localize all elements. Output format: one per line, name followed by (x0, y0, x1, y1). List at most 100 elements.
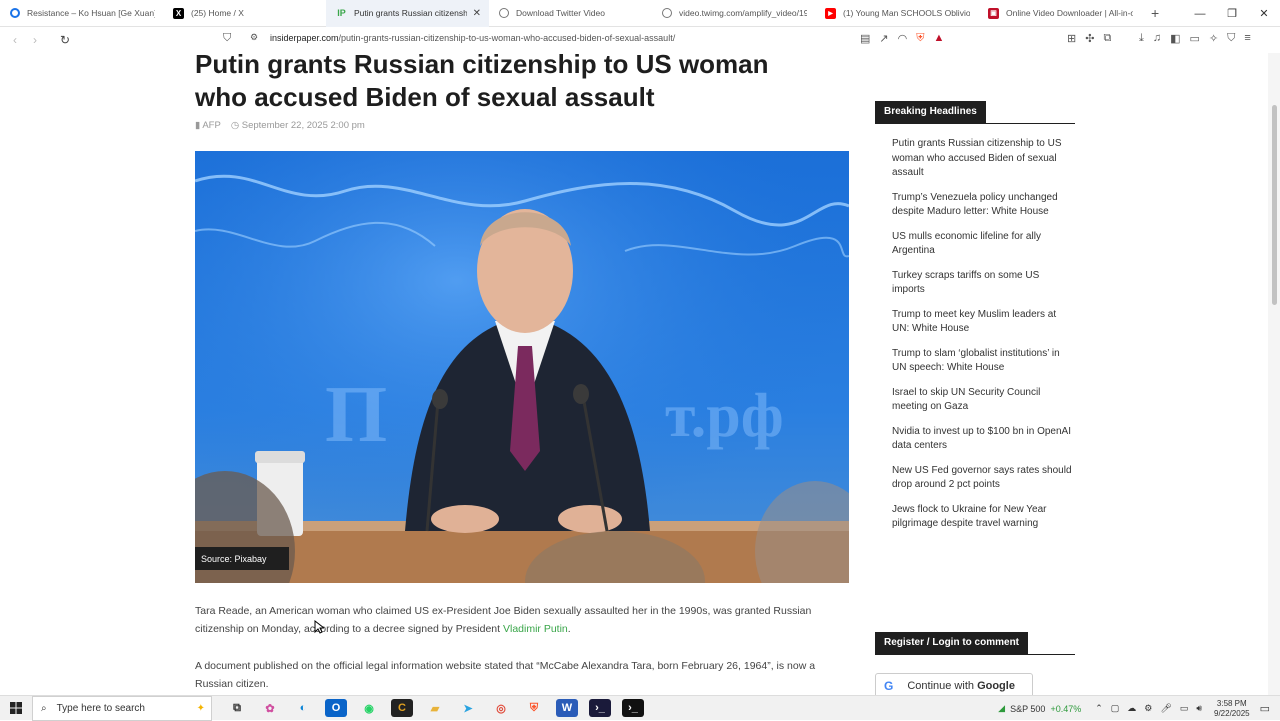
headline-item[interactable]: Israel to skip UN Security Council meeti… (892, 386, 1074, 415)
publish-date: ◷ September 22, 2025 2:00 pm (231, 120, 365, 131)
x-logo-icon: X (173, 7, 184, 19)
whatsapp-icon[interactable]: ◉ (358, 699, 380, 717)
close-window-icon[interactable]: ✕ (1248, 0, 1280, 27)
share-icon[interactable]: ↗ (879, 32, 888, 45)
search-icon: ⌕ (41, 702, 47, 714)
page-scrollbar[interactable] (1268, 53, 1280, 695)
wallet-icon[interactable]: ▭ (1190, 32, 1200, 45)
headline-item[interactable]: Trump’s Venezuela policy unchanged despi… (892, 191, 1074, 220)
tab-title: (1) Young Man SCHOOLS Oblivious (843, 8, 970, 18)
image-caption: Source: Pixabay (195, 547, 289, 570)
continue-with-google-button[interactable]: G Continue with Google (875, 673, 1033, 695)
microphone-icon[interactable]: 🎤︎ (1160, 703, 1171, 714)
restore-icon[interactable]: ❐ (1216, 0, 1248, 27)
tab-twimg[interactable]: video.twimg.com/amplify_video/197 (652, 0, 815, 27)
brave-icon[interactable]: ⛨ (523, 699, 545, 717)
toolbar-right: ⤓ ♫ ◧ ▭ ✧ ⛉ ≡ (1139, 32, 1251, 45)
terminal-icon[interactable]: ›_ (589, 699, 611, 717)
sidebar-icon[interactable]: ◧ (1170, 32, 1180, 45)
url-field[interactable]: insiderpaper.com/putin-grants-russian-ci… (270, 33, 675, 43)
app-c-icon[interactable]: C (391, 699, 413, 717)
vladimir-putin-link[interactable]: Vladimir Putin (503, 623, 568, 635)
vpn-icon[interactable]: ⛉ (1227, 32, 1235, 45)
tray-cloud-icon[interactable]: ☁ (1127, 703, 1136, 714)
new-tab-icon[interactable]: + (1151, 5, 1159, 21)
notifications-icon[interactable]: ▭ (1260, 702, 1270, 715)
brave-shield-icon[interactable]: ⛨ (916, 32, 924, 45)
google-brand-text: Google (977, 680, 1015, 692)
tab-youtube[interactable]: ▶ (1) Young Man SCHOOLS Oblivious (815, 0, 978, 27)
headline-item[interactable]: Turkey scraps tariffs on some US imports (892, 269, 1074, 298)
rss-icon[interactable]: ◠ (898, 32, 908, 45)
article-meta: ▮ AFP ◷ September 22, 2025 2:00 pm (195, 120, 365, 131)
windows-start-button[interactable] (0, 696, 32, 721)
minimize-icon[interactable]: — (1184, 0, 1216, 27)
reader-mode-icon[interactable]: ▤ (860, 32, 870, 45)
chrome-icon[interactable]: ◎ (490, 699, 512, 717)
word-icon[interactable]: W (556, 699, 578, 717)
youtube-icon: ▶ (825, 7, 836, 19)
globe-icon (499, 8, 509, 18)
tab-resistance[interactable]: Resistance – Ko Hsuan [Ge Xuan] – D (0, 0, 163, 27)
headline-item[interactable]: Nvidia to invest up to $100 bn in OpenAI… (892, 425, 1074, 454)
bookmark-icon[interactable]: ⛉ (223, 32, 231, 45)
headline-item[interactable]: Jews flock to Ukraine for New Year pilgr… (892, 503, 1074, 532)
tab-video-downloader[interactable]: ▣ Online Video Downloader | All-in-on (978, 0, 1141, 27)
headline-item[interactable]: Trump to meet key Muslim leaders at UN: … (892, 308, 1074, 337)
tray-app-icon[interactable]: ▢ (1111, 703, 1120, 714)
back-icon[interactable]: ‹ (5, 33, 25, 47)
taskbar-apps: ⧉ ✿ ◐ O ◉ C ▰ ➤ ◎ ⛨ W ›_ ›_ (226, 699, 644, 717)
article-hero-image: П т.рф (195, 151, 849, 583)
address-actions: ▤ ↗ ◠ ⛨ ▲ (860, 32, 944, 45)
clock-time: 3:58 PM (1216, 698, 1247, 708)
author-name[interactable]: AFP (202, 120, 220, 131)
headline-item[interactable]: Trump to slam ‘globalist institutions’ i… (892, 347, 1074, 376)
file-explorer-icon[interactable]: ▰ (424, 699, 446, 717)
headline-item[interactable]: Putin grants Russian citizenship to US w… (892, 137, 1074, 181)
show-hidden-icons[interactable]: ⌃ (1095, 703, 1103, 714)
stock-chart-icon: ◢ (998, 703, 1006, 713)
telegram-icon[interactable]: ➤ (457, 699, 479, 717)
site-info-icon[interactable]: ⚙ (250, 32, 258, 43)
tab-x-home[interactable]: X (25) Home / X (163, 0, 326, 27)
media-icon[interactable]: ♫ (1153, 32, 1161, 45)
taskbar-search-box[interactable]: ⌕ Type here to search ✦ (32, 695, 212, 721)
press-conference-photo: П т.рф (195, 151, 849, 583)
breaking-headlines-title: Breaking Headlines (875, 101, 986, 123)
scrollbar-thumb[interactable] (1272, 105, 1277, 305)
copilot-icon[interactable]: ✿ (259, 699, 281, 717)
puzzle-icon[interactable]: ✣ (1085, 32, 1094, 45)
google-g-icon: G (884, 679, 894, 693)
task-view-icon[interactable]: ⧉ (226, 699, 248, 717)
close-tab-icon[interactable]: ✕ (473, 8, 481, 19)
extension-icon[interactable]: ⊞ (1067, 32, 1076, 45)
outlook-icon[interactable]: O (325, 699, 347, 717)
mouse-cursor-icon (314, 620, 324, 634)
stock-name: S&P 500 (1010, 703, 1046, 714)
stock-widget[interactable]: ◢ S&P 500 +0.47% (998, 703, 1081, 714)
headline-item[interactable]: New US Fed governor says rates should dr… (892, 464, 1074, 493)
edge-icon[interactable]: ◐ (292, 699, 314, 717)
volume-icon[interactable]: 🔊︎ (1196, 703, 1202, 714)
tray-sync-icon[interactable]: ⚙ (1144, 703, 1152, 714)
reload-icon[interactable]: ↻ (55, 33, 75, 47)
register-login-title: Register / Login to comment (875, 632, 1029, 654)
screenshot-icon[interactable]: ⧉ (1103, 32, 1111, 45)
ip-logo-icon: IP (337, 8, 346, 18)
menu-icon[interactable]: ≡ (1244, 32, 1250, 45)
globe-icon (662, 8, 672, 18)
tab-insiderpaper[interactable]: IP Putin grants Russian citizenship ✕ (326, 0, 489, 27)
brave-rewards-icon[interactable]: ▲ (933, 32, 944, 45)
terminal-2-icon[interactable]: ›_ (622, 699, 644, 717)
google-label-text: Continue with (907, 680, 974, 692)
headline-item[interactable]: US mulls economic lifeline for ally Arge… (892, 230, 1074, 259)
author: ▮ AFP (195, 120, 221, 131)
date-text: September 22, 2025 2:00 pm (241, 120, 365, 131)
download-icon[interactable]: ⤓ (1139, 32, 1144, 45)
forward-icon[interactable]: › (25, 33, 45, 47)
downloader-icon: ▣ (988, 7, 999, 19)
system-clock[interactable]: 3:58 PM 9/22/2025 (1214, 699, 1250, 719)
leo-ai-icon[interactable]: ✧ (1209, 32, 1218, 45)
network-icon[interactable]: ▭ (1180, 703, 1189, 714)
tab-download-twitter[interactable]: Download Twitter Video (489, 0, 652, 27)
